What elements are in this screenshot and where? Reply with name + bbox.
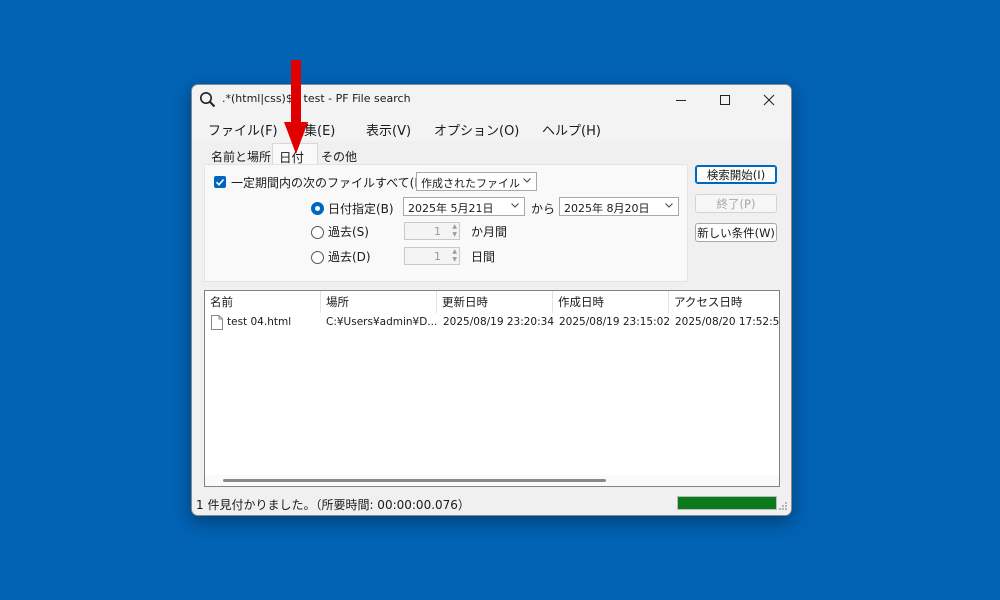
radio-past-months[interactable] [311, 226, 324, 239]
scrollbar-thumb[interactable] [223, 479, 606, 482]
tab-other[interactable]: その他 [321, 148, 357, 165]
chevron-down-icon [665, 203, 673, 208]
months-unit: か月間 [471, 225, 508, 239]
start-search-button[interactable]: 検索開始(I) [695, 165, 777, 184]
minimize-icon [676, 100, 686, 101]
cell-accessed: 2025/08/20 17:52:58 [675, 316, 780, 328]
file-icon [211, 315, 223, 330]
horizontal-scrollbar[interactable] [205, 475, 779, 486]
days-value: 1 [434, 250, 441, 263]
date-to-value: 2025年 8月20日 [564, 202, 650, 215]
cell-modified: 2025/08/19 23:20:34 [443, 316, 555, 328]
maximize-button[interactable] [703, 85, 747, 115]
from-label: から [531, 202, 556, 216]
file-kind-value: 作成されたファイル [421, 177, 520, 190]
column-header-location[interactable]: 場所 [321, 291, 437, 313]
status-bar: 1 件見付かりました。（所要時間: 00:00:00.076） [192, 493, 791, 515]
menu-bar: ファイル(F) 編集(E) 表示(V) オプション(O) ヘルプ(H) [192, 115, 791, 141]
menu-file[interactable]: ファイル(F) [208, 120, 278, 139]
resize-grip-icon[interactable] [778, 501, 788, 511]
menu-options[interactable]: オプション(O) [434, 120, 519, 139]
tab-name-location[interactable]: 名前と場所 [211, 148, 271, 165]
date-tab-panel: 一定期間内の次のファイルすべて(N) 作成されたファイル 日付指定(B) 202… [204, 164, 688, 282]
table-row[interactable]: test 04.html C:¥Users¥admin¥D... 2025/08… [205, 314, 779, 332]
period-checkbox-label: 一定期間内の次のファイルすべて(N) [231, 176, 429, 190]
new-condition-button[interactable]: 新しい条件(W) [695, 223, 777, 242]
close-button[interactable] [747, 85, 791, 115]
column-header-name[interactable]: 名前 [205, 291, 321, 313]
date-from-value: 2025年 5月21日 [408, 202, 494, 215]
close-icon [763, 94, 775, 106]
radio-past-months-label: 過去(S) [328, 225, 369, 239]
chevron-down-icon [523, 178, 531, 183]
column-header-created[interactable]: 作成日時 [553, 291, 669, 313]
status-text: 1 件見付かりました。（所要時間: 00:00:00.076） [196, 498, 470, 512]
stop-button[interactable]: 終了(P) [695, 194, 777, 213]
radio-specify-date[interactable] [311, 202, 324, 215]
radio-past-days[interactable] [311, 251, 324, 264]
cell-created: 2025/08/19 23:15:02 [559, 316, 671, 328]
title-bar[interactable]: .*(html|css)$ : test - PF File search [192, 85, 791, 115]
window-title: .*(html|css)$ : test - PF File search [222, 92, 411, 105]
months-value: 1 [434, 225, 441, 238]
date-from-picker[interactable]: 2025年 5月21日 [403, 197, 525, 216]
checkmark-icon [215, 178, 225, 186]
cell-name: test 04.html [227, 316, 292, 328]
file-kind-select[interactable]: 作成されたファイル [416, 172, 537, 191]
days-stepper[interactable]: 1 ▲ ▼ [404, 247, 460, 265]
results-list[interactable]: 名前 場所 更新日時 作成日時 アクセス日時 test 04.html C:¥U… [204, 290, 780, 487]
stepper-arrows-icon: ▲ ▼ [452, 223, 457, 238]
period-checkbox[interactable] [214, 176, 226, 188]
maximize-icon [720, 95, 730, 105]
stepper-arrows-icon: ▲ ▼ [452, 248, 457, 263]
app-window: .*(html|css)$ : test - PF File search ファ… [191, 84, 792, 516]
days-unit: 日間 [471, 250, 496, 264]
radio-specify-date-label: 日付指定(B) [328, 202, 394, 216]
annotation-arrow-icon [284, 60, 308, 154]
chevron-down-icon [511, 203, 519, 208]
progress-fill [678, 497, 776, 509]
minimize-button[interactable] [659, 85, 703, 115]
column-header-modified[interactable]: 更新日時 [437, 291, 553, 313]
months-stepper[interactable]: 1 ▲ ▼ [404, 222, 460, 240]
cell-location: C:¥Users¥admin¥D... [326, 316, 438, 328]
progress-bar [677, 496, 777, 510]
date-to-picker[interactable]: 2025年 8月20日 [559, 197, 679, 216]
column-header-accessed[interactable]: アクセス日時 [669, 291, 779, 313]
menu-help[interactable]: ヘルプ(H) [542, 120, 601, 139]
radio-past-days-label: 過去(D) [328, 250, 371, 264]
search-icon [200, 92, 216, 108]
menu-view[interactable]: 表示(V) [366, 120, 411, 139]
